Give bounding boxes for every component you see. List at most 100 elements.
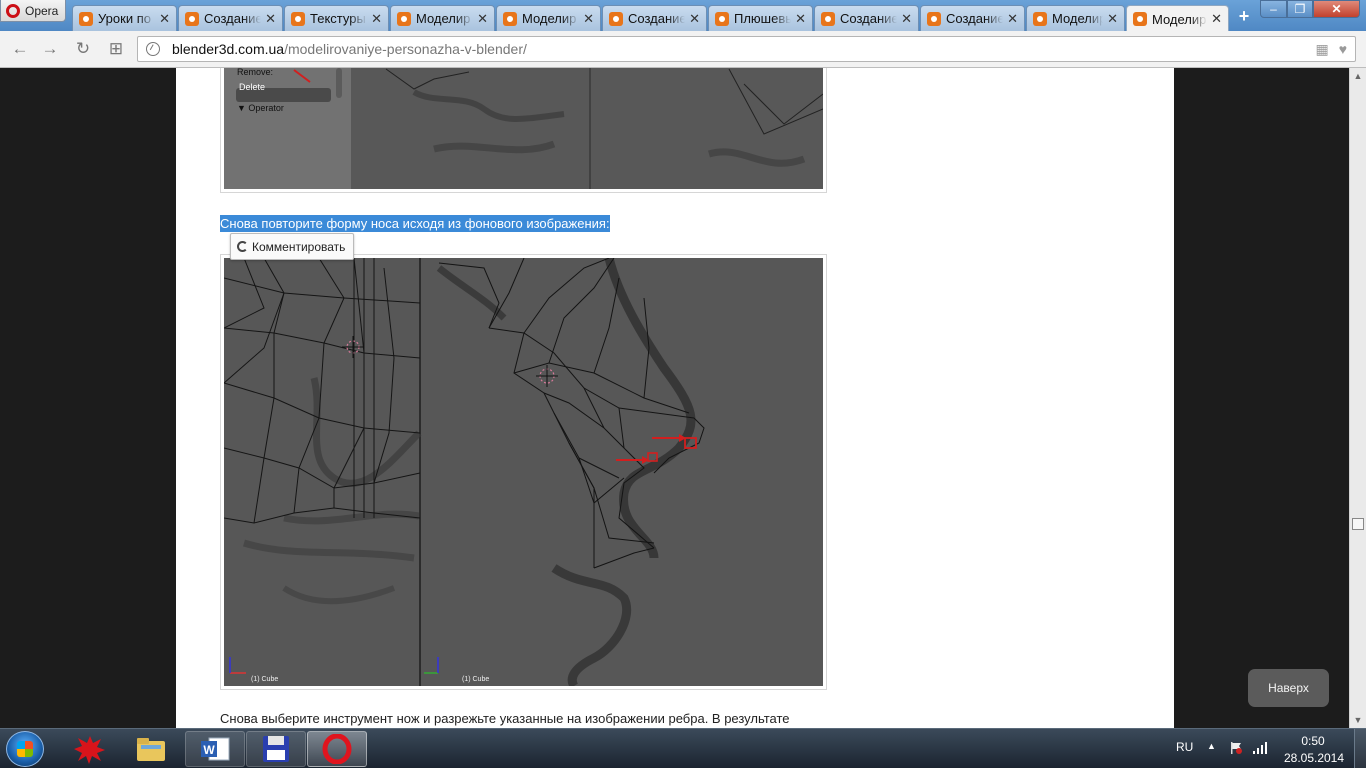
- comment-button[interactable]: Комментировать: [230, 233, 355, 260]
- tab-title: Моделир: [416, 11, 471, 26]
- blender-favicon-icon: [185, 11, 199, 26]
- right-view-object-label: (1) Cube: [462, 676, 490, 683]
- url-path: /modelirovaniye-personazha-v-blender/: [284, 41, 527, 57]
- address-bar-actions: ▦ ♥: [1315, 41, 1347, 58]
- tab-close-icon[interactable]: ✕: [1211, 11, 1222, 27]
- tab-title: Текстуры: [310, 11, 366, 26]
- blender-favicon-icon: [291, 11, 305, 26]
- show-hidden-icons-icon[interactable]: ▲: [1207, 741, 1216, 751]
- maximize-button[interactable]: ❐: [1287, 0, 1313, 18]
- tab-9[interactable]: Моделир ✕: [1026, 5, 1125, 31]
- blender-favicon-icon: [715, 11, 729, 26]
- back-button[interactable]: ←: [10, 39, 30, 59]
- speed-dial-button[interactable]: ⊞: [106, 39, 126, 59]
- opera-menu-button[interactable]: Opera: [0, 0, 66, 22]
- tab-title: Плюшевы: [734, 11, 792, 26]
- tab-close-icon[interactable]: ✕: [795, 11, 806, 27]
- article-paragraph: Снова выберите инструмент нож и разрежьт…: [220, 711, 790, 726]
- svg-text:W: W: [203, 743, 215, 757]
- blender-favicon-icon: [79, 11, 93, 26]
- opera-menu-label: Opera: [25, 3, 59, 18]
- clock-time[interactable]: 0:50: [1288, 734, 1338, 748]
- show-desktop-button[interactable]: [1354, 729, 1366, 768]
- tab-8[interactable]: Создание ✕: [920, 5, 1025, 31]
- blender-screenshot-nose: (1) Cube (1) Cube: [220, 254, 827, 690]
- tab-close-icon[interactable]: ✕: [901, 11, 912, 27]
- blender-screenshot-top-image: [224, 68, 823, 189]
- tab-title: Моделир: [1052, 11, 1104, 26]
- opera-logo-icon: [6, 3, 20, 18]
- tab-title: Создание: [840, 11, 898, 26]
- word-icon: W: [201, 737, 230, 761]
- comment-icon: [237, 241, 248, 252]
- tab-close-icon[interactable]: ✕: [477, 11, 488, 27]
- operator-label: ▼ Operator: [237, 103, 284, 113]
- comment-button-label: Комментировать: [252, 239, 346, 254]
- remove-dropdown: Delete: [239, 82, 266, 92]
- selected-paragraph: Снова повторите форму носа исходя из фон…: [220, 215, 610, 232]
- article-content: Remove: Delete ▼ Operator Снова повторит…: [176, 68, 1174, 728]
- taskbar-app-save[interactable]: [246, 731, 306, 767]
- browser-tab-strip: Opera Уроки по ✕ Создание ✕ Текстуры ✕ М…: [0, 0, 1366, 32]
- tab-1[interactable]: Создание ✕: [178, 5, 283, 31]
- tab-5[interactable]: Создание ✕: [602, 5, 707, 31]
- tab-title: Создание: [628, 11, 686, 26]
- taskbar-app-explorer[interactable]: [121, 731, 181, 767]
- url-text: blender3d.com.ua/modelirovaniye-personaz…: [172, 41, 527, 57]
- site-info-icon[interactable]: [146, 42, 160, 56]
- tab-title: Моделир: [1152, 11, 1207, 27]
- blender-favicon-icon: [1133, 12, 1147, 26]
- taskbar-app-opera[interactable]: [307, 731, 367, 767]
- forward-button[interactable]: →: [40, 39, 60, 59]
- tab-4[interactable]: Моделир ✕: [496, 5, 601, 31]
- tab-3[interactable]: Моделир ✕: [390, 5, 495, 31]
- tab-close-icon[interactable]: ✕: [1107, 11, 1118, 27]
- tab-10-active[interactable]: Моделир ✕: [1126, 5, 1229, 32]
- reload-button[interactable]: ↻: [73, 39, 93, 59]
- scroll-thumb[interactable]: [1352, 518, 1364, 530]
- windows-taskbar: W RU ▲ 0:50 28.05.2014: [0, 728, 1366, 768]
- action-center-flag-icon[interactable]: [1229, 741, 1243, 755]
- tab-0[interactable]: Уроки по ✕: [72, 5, 177, 31]
- blender-favicon-icon: [609, 11, 623, 26]
- opera-icon: [322, 734, 352, 764]
- heart-icon[interactable]: ♥: [1339, 41, 1347, 58]
- remove-label: Remove:: [237, 68, 274, 77]
- tab-title: Уроки по: [98, 11, 151, 26]
- paint-splat-icon: [74, 736, 105, 764]
- scroll-up-arrow-icon[interactable]: ▲: [1350, 68, 1366, 84]
- page-scrollbar[interactable]: ▲ ▼: [1349, 68, 1366, 728]
- minimize-button[interactable]: –: [1260, 0, 1287, 18]
- scroll-down-arrow-icon[interactable]: ▼: [1350, 712, 1366, 728]
- tab-2[interactable]: Текстуры ✕: [284, 5, 389, 31]
- tab-close-icon[interactable]: ✕: [689, 11, 700, 27]
- blender-screenshot-top: Remove: Delete ▼ Operator: [220, 68, 827, 193]
- left-view-object-label: (1) Cube: [251, 676, 279, 683]
- floppy-disk-icon: [263, 736, 289, 762]
- start-button[interactable]: [6, 731, 44, 767]
- stash-grid-icon[interactable]: ▦: [1315, 41, 1328, 58]
- tab-close-icon[interactable]: ✕: [1007, 11, 1018, 27]
- url-domain: blender3d.com.ua: [172, 41, 285, 57]
- clock-date[interactable]: 28.05.2014: [1282, 751, 1346, 765]
- tab-close-icon[interactable]: ✕: [583, 11, 594, 27]
- taskbar-app-word[interactable]: W: [185, 731, 245, 767]
- tab-title: Создание: [204, 11, 262, 26]
- close-window-button[interactable]: ✕: [1313, 0, 1360, 18]
- tab-close-icon[interactable]: ✕: [371, 11, 382, 27]
- address-bar[interactable]: blender3d.com.ua/modelirovaniye-personaz…: [137, 36, 1356, 62]
- tab-7[interactable]: Создание ✕: [814, 5, 919, 31]
- blender-favicon-icon: [927, 11, 941, 26]
- blender-nose-modeling-image: [224, 258, 823, 686]
- blender-favicon-icon: [821, 11, 835, 26]
- page-viewport: Remove: Delete ▼ Operator Снова повторит…: [0, 68, 1349, 728]
- back-to-top-button[interactable]: Наверх: [1248, 669, 1329, 707]
- network-signal-icon[interactable]: [1252, 740, 1268, 755]
- tab-title: Создание: [946, 11, 1004, 26]
- language-indicator[interactable]: RU: [1176, 740, 1193, 754]
- tab-6[interactable]: Плюшевы ✕: [708, 5, 813, 31]
- tab-close-icon[interactable]: ✕: [265, 11, 276, 27]
- tab-close-icon[interactable]: ✕: [159, 11, 170, 27]
- taskbar-app-paint[interactable]: [60, 731, 120, 767]
- new-tab-button[interactable]: +: [1234, 6, 1254, 26]
